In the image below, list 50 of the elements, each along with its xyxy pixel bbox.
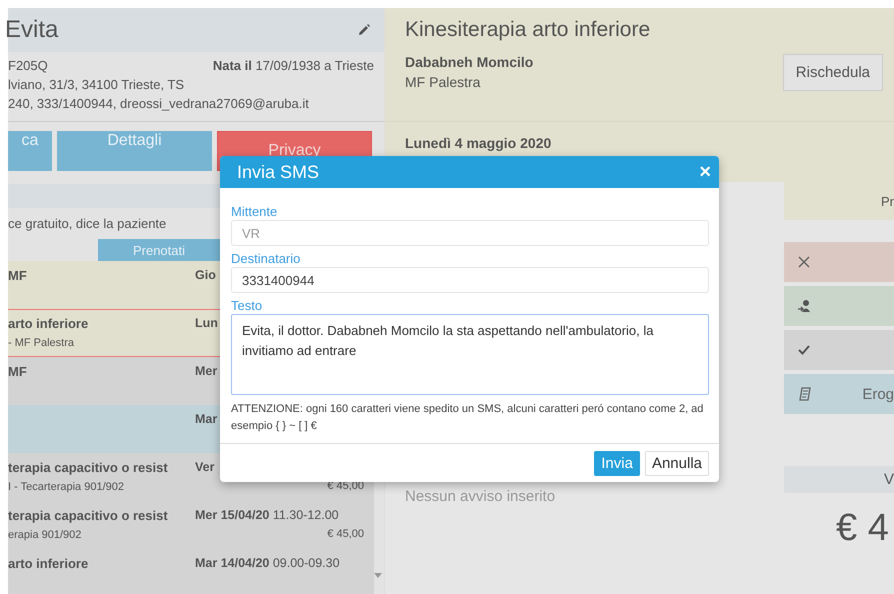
patient-note: ce gratuito, dice la paziente: [8, 216, 166, 232]
notice-text: Nessun avviso inserito: [405, 488, 556, 505]
status-label: Pr: [881, 194, 894, 208]
therapist-name: Dababneh Momcilo: [405, 54, 534, 70]
appointment-date: Mar 14/04/20 09.00-09.30: [195, 556, 340, 570]
appointment-subtitle: erapia 901/902: [8, 529, 82, 541]
patient-address: lviano, 31/3, 34100 Trieste, TS: [8, 77, 186, 92]
appointment-title: arto inferiore: [8, 556, 88, 571]
appointment-date: Mer 15/04/20 11.30-12.00: [195, 508, 339, 522]
appointment-title: terapia capacitivo o resist: [8, 460, 168, 475]
appointment-title: MF: [8, 364, 27, 379]
status-action-button[interactable]: [784, 330, 894, 370]
birth-info: Nata il 17/09/1938 a Trieste: [212, 58, 374, 73]
appointment-price: € 45,00: [327, 528, 364, 540]
appointment-heading: Kinesiterapia arto inferiore: [405, 18, 652, 42]
appointment-subtitle: I - Tecarterapia 901/902: [8, 481, 125, 493]
appointment-title: terapia capacitivo o resist: [8, 508, 168, 523]
message-field[interactable]: Evita, il dottor. Dababneh Momcilo la sta aspettando nell'ambulatorio, la invitiamo ad entrare: [231, 314, 709, 395]
status-action-button[interactable]: [784, 242, 894, 282]
status-action-button[interactable]: Erog: [784, 374, 894, 414]
check-icon: [798, 345, 810, 355]
field-label: Mittente: [231, 204, 278, 220]
appointment-row[interactable]: terapia capacitivo o resist erapia 901/902 Mer 15/04/20 11.30-12.00 € 45,00: [8, 501, 374, 549]
appointment-date: Ver: [195, 460, 214, 474]
appointment-subtitle: - MF Palestra: [8, 337, 76, 349]
status-action-button[interactable]: [784, 286, 894, 326]
appointment-row[interactable]: arto inferiore Mar 14/04/20 09.00-09.30: [8, 549, 374, 594]
person-arrow-icon: [798, 299, 812, 313]
reschedule-button[interactable]: Rischedula: [782, 54, 883, 91]
appointment-date-heading: Lunedì 4 maggio 2020: [405, 135, 552, 151]
close-icon: [798, 256, 810, 268]
receipt-icon: [798, 386, 812, 402]
appointment-date: Lun: [195, 316, 218, 330]
dialog-button[interactable]: Invia: [594, 451, 640, 476]
total-amount: € 4: [836, 507, 889, 550]
edit-icon[interactable]: [358, 24, 370, 36]
patient-name: Evita: [5, 16, 58, 44]
appointment-title: arto inferiore: [8, 316, 88, 331]
dialog-button[interactable]: Annulla: [644, 451, 709, 476]
total-label: V: [884, 471, 894, 488]
patient-code: F205Q: [8, 58, 48, 73]
appointment-date: Mar: [195, 412, 218, 426]
scroll-down-icon[interactable]: [374, 573, 382, 578]
patient-contacts: 240, 333/1400944, dreossi_vedrana27069@aruba.it: [8, 96, 310, 111]
appointment-date: Gio: [195, 268, 216, 282]
appointment-location: MF Palestra: [405, 74, 482, 90]
close-button[interactable]: ×: [699, 162, 711, 182]
appointment-date: Mer: [195, 364, 218, 378]
appointment-title: MF: [8, 268, 27, 283]
input-field[interactable]: 3331400944: [231, 267, 709, 293]
